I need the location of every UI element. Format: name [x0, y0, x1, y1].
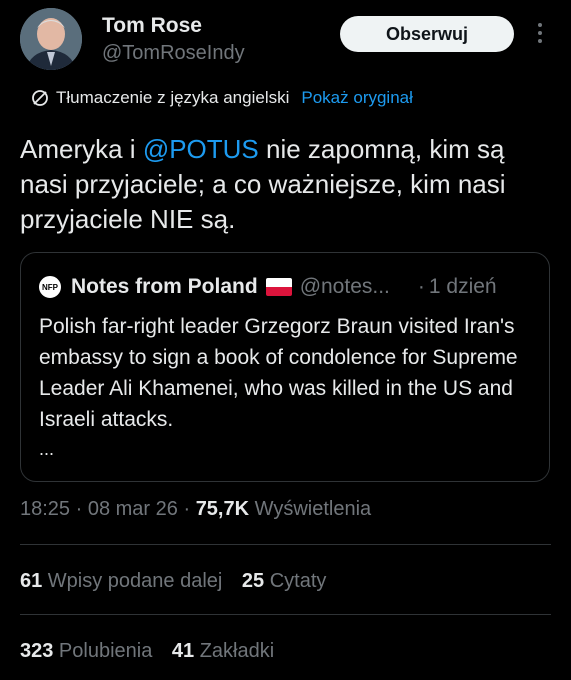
tweet-text: Ameryka i @POTUS nie zapomną, kim są nas… [20, 132, 540, 237]
quoted-tweet[interactable]: NFP Notes from Poland @notes... · 1 dzie… [20, 252, 550, 482]
author-handle[interactable]: @TomRoseIndy [102, 42, 245, 65]
quoted-tweet-ellipsis: ... [39, 439, 55, 459]
engagement-stats-row: 323 Polubienia 41 Zakładki [20, 640, 288, 663]
mention-link[interactable]: @POTUS [143, 134, 259, 164]
show-original-link[interactable]: Pokaż oryginał [301, 88, 413, 108]
reposts-label: Wpisy podane dalej [42, 570, 223, 592]
poland-flag-icon [265, 278, 292, 296]
more-options-icon[interactable] [532, 18, 548, 48]
quotes-stat[interactable]: 25 Cytaty [242, 570, 327, 592]
bookmarks-stat[interactable]: 41 Zakładki [172, 640, 274, 662]
quoted-author-avatar[interactable]: NFP [37, 274, 63, 300]
meta-separator: · [70, 498, 88, 520]
translate-icon [32, 90, 48, 106]
likes-label: Polubienia [53, 640, 153, 662]
likes-count: 323 [20, 640, 54, 662]
separator-dot: · [417, 275, 425, 298]
views-count: 75,7K [195, 498, 250, 520]
bookmarks-count: 41 [171, 640, 195, 662]
engagement-stats-row: 61 Wpisy podane dalej 25 Cytaty [20, 570, 340, 593]
tweet-text-before: Ameryka i [20, 134, 143, 164]
quoted-author-name[interactable]: Notes from Poland [71, 275, 258, 299]
likes-stat[interactable]: 323 Polubienia [20, 640, 152, 662]
quoted-author-handle[interactable]: @notes... [300, 275, 390, 299]
reposts-count: 61 [20, 570, 43, 592]
bookmarks-label: Zakładki [194, 640, 275, 662]
tweet-meta: 18:25 · 08 mar 26 · 75,7K Wyświetlenia [20, 498, 371, 521]
quoted-tweet-header: NFP Notes from Poland @notes... · 1 dzie… [37, 273, 497, 301]
follow-button[interactable]: Obserwuj [340, 16, 514, 52]
author-avatar[interactable] [20, 8, 82, 70]
quotes-label: Cytaty [264, 570, 327, 592]
quoted-tweet-time[interactable]: 1 dzień [429, 275, 497, 299]
tweet-time[interactable]: 18:25 [20, 498, 70, 520]
tweet-header: Tom Rose @TomRoseIndy Obserwuj [20, 8, 551, 72]
tweet-date[interactable]: 08 mar 26 [88, 498, 178, 520]
divider [20, 614, 551, 615]
quoted-tweet-text: Polish far-right leader Grzegorz Braun v… [39, 315, 518, 431]
reposts-stat[interactable]: 61 Wpisy podane dalej [20, 570, 222, 592]
views-label: Wyświetlenia [249, 498, 372, 520]
translation-label: Tłumaczenie z języka angielski [56, 88, 290, 107]
meta-separator: · [177, 498, 196, 520]
divider [20, 544, 551, 545]
author-name[interactable]: Tom Rose [102, 14, 202, 38]
translation-bar: Tłumaczenie z języka angielski Pokaż ory… [30, 86, 413, 110]
quotes-count: 25 [241, 570, 265, 592]
